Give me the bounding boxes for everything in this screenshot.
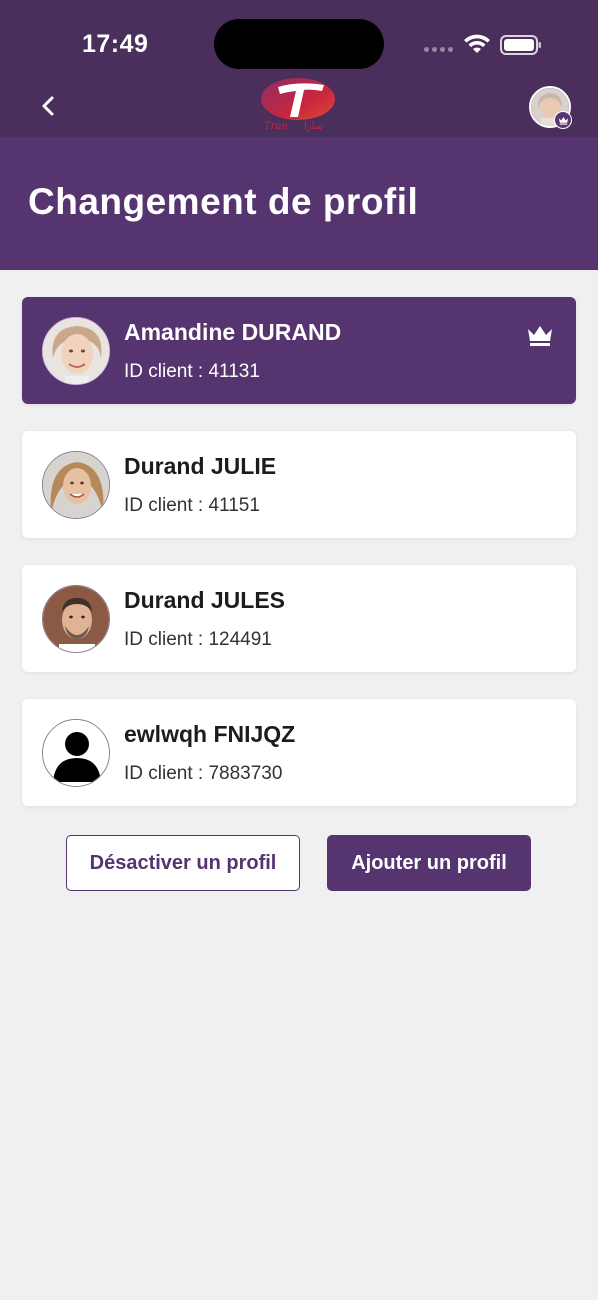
- profile-client-id: ID client : 7883730: [124, 763, 283, 784]
- profile-client-id: ID client : 41151: [124, 495, 260, 516]
- page-title: Changement de profil: [28, 181, 419, 222]
- profile-name: Durand JULES: [124, 587, 286, 613]
- avatar: [42, 719, 110, 787]
- profile-card[interactable]: Durand JULES ID client : 124491: [22, 565, 576, 672]
- profile-card[interactable]: Durand JULIE ID client : 41151: [22, 431, 576, 538]
- profile-switch-screen: 17:49 Tran سارا Changement de profil Ama…: [0, 0, 598, 1300]
- profile-client-id: ID client : 41131: [124, 361, 260, 382]
- current-profile-avatar-button[interactable]: [529, 86, 572, 129]
- profile-card-active[interactable]: Amandine DURAND ID client : 41131: [22, 297, 576, 404]
- premium-badge: [554, 111, 572, 129]
- status-time: 17:49: [82, 30, 149, 58]
- profile-client-id: ID client : 124491: [124, 629, 272, 650]
- battery-icon: [500, 35, 541, 55]
- default-user-icon: [43, 720, 109, 786]
- profile-list: Amandine DURAND ID client : 41131 Durand…: [22, 297, 576, 833]
- crown-icon: [558, 116, 568, 125]
- app-logo: Tran سارا: [261, 78, 335, 132]
- top-bar: 17:49 Tran سارا: [0, 0, 598, 137]
- dynamic-island: [214, 19, 384, 69]
- back-button[interactable]: [30, 88, 66, 124]
- profile-actions: Désactiver un profil Ajouter un profil: [0, 835, 598, 891]
- profile-card[interactable]: ewlwqh FNIJQZ ID client : 7883730: [22, 699, 576, 806]
- crown-icon: [528, 326, 552, 346]
- avatar: [42, 317, 110, 385]
- title-band: Changement de profil: [0, 137, 598, 270]
- add-profile-button[interactable]: Ajouter un profil: [327, 835, 531, 891]
- svg-text:سارا: سارا: [304, 121, 323, 132]
- wifi-icon: [464, 34, 490, 53]
- profile-name: Amandine DURAND: [124, 319, 342, 345]
- cellular-signal-icon: [424, 47, 453, 52]
- chevron-left-icon: [42, 96, 54, 116]
- svg-text:Tran: Tran: [264, 121, 288, 132]
- avatar: [42, 451, 110, 519]
- profile-name: ewlwqh FNIJQZ: [124, 721, 296, 747]
- avatar: [42, 585, 110, 653]
- profile-name: Durand JULIE: [124, 453, 277, 479]
- deactivate-profile-button[interactable]: Désactiver un profil: [66, 835, 300, 891]
